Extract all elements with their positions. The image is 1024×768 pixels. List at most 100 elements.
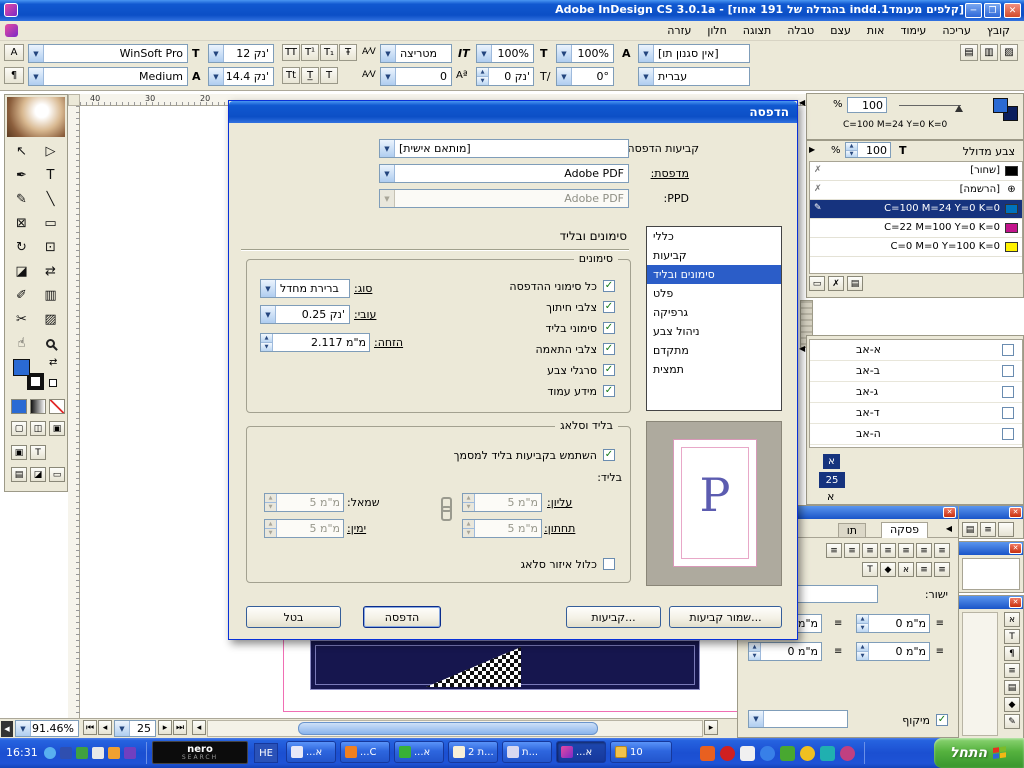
swap-fill-stroke-icon[interactable]: ⇄: [49, 357, 57, 368]
style-row[interactable]: א-אב: [810, 340, 1022, 361]
menu-help[interactable]: עזרה: [659, 24, 699, 37]
quick-launch-icon[interactable]: [700, 746, 715, 761]
taskbar-button-2[interactable]: ...C: [340, 741, 390, 763]
baseline-shift-field[interactable]: 0 נק': [476, 67, 534, 86]
hyphenation-select[interactable]: [748, 710, 848, 728]
artwork-image[interactable]: [310, 640, 700, 690]
style-checkbox[interactable]: [1002, 407, 1014, 419]
palette-menu-icon[interactable]: ◀: [946, 524, 952, 533]
new-swatch-button[interactable]: ▭: [809, 276, 825, 291]
kashida-button[interactable]: T: [862, 562, 878, 577]
para-direction-rtl-button[interactable]: ≡: [934, 562, 950, 577]
fill-proxy-swatch[interactable]: [993, 98, 1008, 113]
type-tool[interactable]: T: [36, 163, 65, 187]
mark-offset-field[interactable]: 2.117 מ"מ: [260, 333, 370, 352]
style-row[interactable]: ב-אב: [810, 361, 1022, 382]
tray-icon[interactable]: [76, 747, 88, 759]
section-graphics[interactable]: גרפיקה: [647, 303, 781, 322]
align-right-button[interactable]: ≡: [934, 543, 950, 558]
nero-search-bar[interactable]: nero SEARCH: [152, 741, 248, 764]
page-number-select[interactable]: 25: [114, 720, 156, 737]
skew-select[interactable]: 0°: [556, 67, 614, 86]
normal-view-button[interactable]: ▢: [11, 421, 27, 436]
taskbar-button-4[interactable]: 2 ת...: [448, 741, 498, 763]
note-tool[interactable]: ▨: [36, 307, 65, 331]
strike-button[interactable]: T: [320, 67, 338, 84]
justify-last-center-button[interactable]: ≡: [862, 543, 878, 558]
pencil-tool[interactable]: ✎: [7, 187, 36, 211]
quick-launch-icon[interactable]: [840, 746, 855, 761]
mini-button-diamond[interactable]: ◆: [1004, 697, 1020, 712]
panel-dock-icon-3[interactable]: ▨: [1000, 44, 1018, 61]
section-marks-and-bleed[interactable]: סימונים ובליד: [647, 265, 781, 284]
printer-select[interactable]: Adobe PDF: [379, 164, 629, 183]
mini-button-type[interactable]: T: [1004, 629, 1020, 644]
menu-edit[interactable]: עריכה: [934, 24, 979, 37]
last-page-button[interactable]: ⏭: [173, 720, 187, 735]
extra-button-1[interactable]: ▣: [11, 445, 27, 460]
menu-type[interactable]: אות: [859, 24, 893, 37]
vertical-ruler[interactable]: [68, 106, 80, 738]
rectangle-tool[interactable]: ▭: [36, 211, 65, 235]
menu-view[interactable]: תצוגה: [735, 24, 779, 37]
all-printer-marks-checkbox[interactable]: ✓: [603, 280, 615, 292]
strikethrough-button[interactable]: Ŧ: [339, 44, 357, 61]
tray-icon[interactable]: [44, 747, 56, 759]
swatch-options-button[interactable]: ▤: [847, 276, 863, 291]
quick-launch-icon[interactable]: [740, 746, 755, 761]
extra-button-3[interactable]: ▤: [11, 467, 27, 482]
tint-value-field[interactable]: 100: [847, 97, 887, 113]
ruler-corner[interactable]: [68, 94, 80, 106]
indent-field-1[interactable]: 0 מ"מ: [856, 614, 930, 633]
section-advanced[interactable]: מתקדם: [647, 341, 781, 360]
zoom-level-select[interactable]: 191.46%: [15, 720, 79, 737]
indent-field-4[interactable]: 0 מ"מ: [748, 642, 822, 661]
close-button[interactable]: ✕: [1004, 3, 1021, 18]
panel-collapse-icon[interactable]: ◀: [799, 344, 805, 353]
print-dialog-titlebar[interactable]: הדפסה: [229, 101, 797, 123]
mini-palette-content[interactable]: [962, 558, 1020, 590]
split-view-button[interactable]: ◫: [30, 421, 46, 436]
line-tool[interactable]: ╲: [36, 187, 65, 211]
scale-tool[interactable]: ⊡: [36, 235, 65, 259]
section-general[interactable]: כללי: [647, 227, 781, 246]
style-checkbox[interactable]: [1002, 344, 1014, 356]
taskbar-button-indesign[interactable]: ...א: [556, 741, 606, 763]
horizontal-scale-select[interactable]: 100%: [556, 44, 614, 63]
use-document-bleed-checkbox[interactable]: ✓: [603, 449, 615, 461]
mark-weight-select[interactable]: 0.25 נק': [260, 305, 350, 324]
mini-palette-titlebar[interactable]: ✕: [959, 596, 1023, 609]
page-information-checkbox[interactable]: ✓: [603, 385, 615, 397]
selected-letter-cell[interactable]: א: [823, 454, 840, 469]
mini-button-pencil[interactable]: ✎: [1004, 714, 1020, 729]
leading-select[interactable]: 14.4 נק': [208, 67, 274, 86]
tracking-select[interactable]: 0: [380, 67, 452, 86]
vertical-scale-select[interactable]: 100%: [476, 44, 534, 63]
tray-icon[interactable]: [124, 747, 136, 759]
indent-field-3[interactable]: 0 מ"מ: [856, 642, 930, 661]
mini-button[interactable]: ≡: [980, 522, 996, 537]
swatch-row-registration[interactable]: [הרשמה] ⊕ ✗: [810, 181, 1022, 200]
color-bars-checkbox[interactable]: ✓: [603, 364, 615, 376]
mini-button-grid[interactable]: ▤: [1004, 680, 1020, 695]
superscript-button[interactable]: T¹: [301, 44, 319, 61]
hand-tool[interactable]: ☝: [7, 331, 36, 355]
mini-button-paragraph[interactable]: ¶: [1004, 646, 1020, 661]
rotate-tool[interactable]: ↻: [7, 235, 36, 259]
swatch-row-cyan-blue[interactable]: C=100 M=24 Y=0 K=0 ✎: [810, 200, 1022, 219]
taskbar-button-5[interactable]: ת...: [502, 741, 552, 763]
tray-icon[interactable]: [92, 747, 104, 759]
close-palette-icon[interactable]: ✕: [943, 507, 956, 518]
zoom-tool[interactable]: [36, 331, 65, 355]
para-direction-ltr-button[interactable]: ≡: [916, 562, 932, 577]
bleed-marks-checkbox[interactable]: ✓: [603, 322, 615, 334]
previous-page-button[interactable]: ◂: [98, 720, 112, 735]
small-caps-button[interactable]: Tt: [282, 67, 300, 84]
character-panel-icon[interactable]: A: [4, 44, 24, 61]
mini-button[interactable]: [998, 522, 1014, 537]
language-indicator[interactable]: HE: [254, 743, 278, 763]
scroll-right-button[interactable]: ▸: [704, 720, 718, 735]
next-page-button[interactable]: ▸: [158, 720, 172, 735]
hyphenate-checkbox[interactable]: ✓: [936, 714, 948, 726]
subscript-button[interactable]: T₁: [320, 44, 338, 61]
